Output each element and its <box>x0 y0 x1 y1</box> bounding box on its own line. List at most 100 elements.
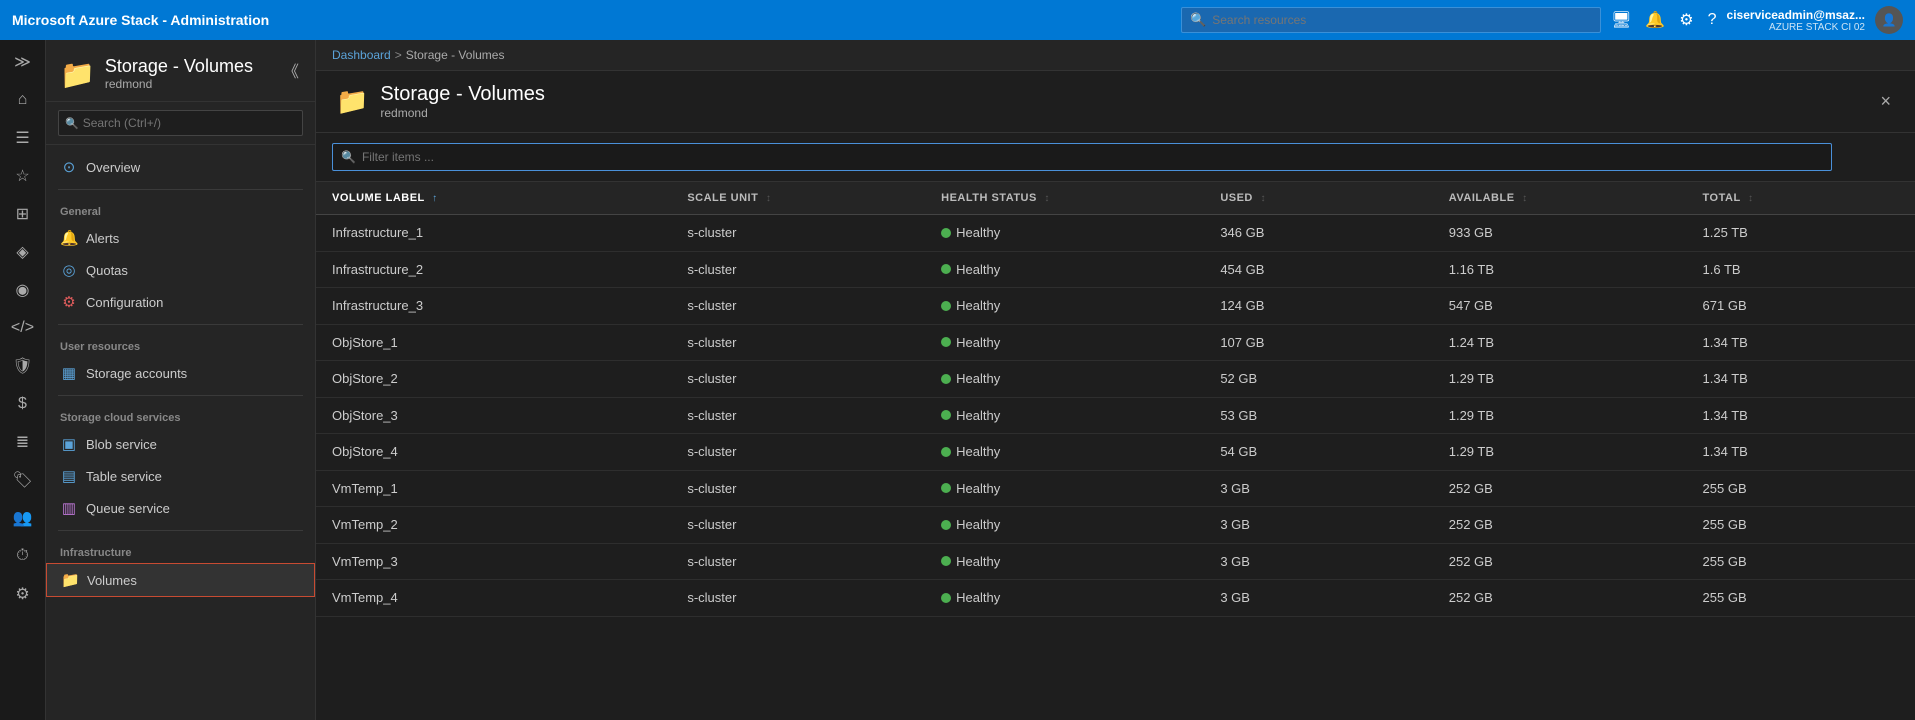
cell-volume: Infrastructure_1 <box>316 215 671 252</box>
nav-divider-3 <box>58 395 303 396</box>
table-row[interactable]: VmTemp_1 s-cluster Healthy 3 GB 252 GB 2… <box>316 470 1915 507</box>
breadcrumb-home[interactable]: Dashboard <box>332 48 391 62</box>
content-folder-icon: 📁 <box>336 86 368 117</box>
cell-used: 3 GB <box>1204 470 1432 507</box>
close-button[interactable]: × <box>1876 87 1895 116</box>
cell-available: 1.16 TB <box>1433 251 1687 288</box>
content-title-block: Storage - Volumes redmond <box>380 83 545 120</box>
cell-available: 252 GB <box>1433 543 1687 580</box>
sort-icon-available: ↕ <box>1522 193 1528 204</box>
sidebar-item-storage-accounts[interactable]: ▦ Storage accounts <box>46 357 315 389</box>
cell-volume: VmTemp_1 <box>316 470 671 507</box>
rail-home[interactable]: ⌂ <box>3 82 43 118</box>
health-dot <box>941 483 951 493</box>
table-row[interactable]: Infrastructure_2 s-cluster Healthy 454 G… <box>316 251 1915 288</box>
sidebar-item-overview[interactable]: ⊙ Overview <box>46 151 315 183</box>
search-input[interactable] <box>1212 13 1592 27</box>
cell-volume: ObjStore_2 <box>316 361 671 398</box>
cell-total: 255 GB <box>1687 470 1915 507</box>
table-row[interactable]: ObjStore_1 s-cluster Healthy 107 GB 1.24… <box>316 324 1915 361</box>
sidebar-collapse-button[interactable]: 《 <box>281 56 301 84</box>
sidebar-item-table[interactable]: ▤ Table service <box>46 460 315 492</box>
topbar: Microsoft Azure Stack - Administration 🔍… <box>0 0 1915 40</box>
col-header-used[interactable]: USED ↕ <box>1204 182 1432 215</box>
sidebar-item-alerts[interactable]: 🔔 Alerts <box>46 222 315 254</box>
rail-expand[interactable]: ≫ <box>3 44 43 80</box>
rail-clock[interactable]: ⏱ <box>3 538 43 574</box>
sidebar-nav: ⊙ Overview General 🔔 Alerts ◎ Quotas ⚙ C… <box>46 145 315 720</box>
rail-monitor[interactable]: ◉ <box>3 272 43 308</box>
sidebar: 📁 Storage - Volumes redmond 《 🔍 ⊙ Overvi… <box>46 40 316 720</box>
sidebar-search-box[interactable]: 🔍 <box>58 110 303 136</box>
rail-resources[interactable]: ◈ <box>3 234 43 270</box>
breadcrumb-separator: > <box>395 48 402 62</box>
health-dot <box>941 520 951 530</box>
rail-settings2[interactable]: ⚙ <box>3 576 43 612</box>
rail-grid[interactable]: ⊞ <box>3 196 43 232</box>
page-subtitle: redmond <box>380 106 545 120</box>
cell-total: 1.25 TB <box>1687 215 1915 252</box>
cell-used: 107 GB <box>1204 324 1432 361</box>
filter-input[interactable] <box>362 150 1823 164</box>
rail-shield[interactable]: 🛡 <box>3 348 43 384</box>
sidebar-title: Storage - Volumes <box>105 56 253 77</box>
cell-available: 252 GB <box>1433 507 1687 544</box>
col-header-total[interactable]: TOTAL ↕ <box>1687 182 1915 215</box>
sidebar-item-volumes[interactable]: 📁 Volumes <box>46 563 315 597</box>
settings-icon[interactable]: ⚙ <box>1679 10 1693 30</box>
rail-users[interactable]: 👥 <box>3 500 43 536</box>
rail-tag[interactable]: 🏷 <box>3 462 43 498</box>
cell-volume: VmTemp_4 <box>316 580 671 617</box>
table-row[interactable]: Infrastructure_1 s-cluster Healthy 346 G… <box>316 215 1915 252</box>
col-header-scale[interactable]: SCALE UNIT ↕ <box>671 182 925 215</box>
rail-code[interactable]: </> <box>3 310 43 346</box>
table-row[interactable]: ObjStore_3 s-cluster Healthy 53 GB 1.29 … <box>316 397 1915 434</box>
table-row[interactable]: VmTemp_3 s-cluster Healthy 3 GB 252 GB 2… <box>316 543 1915 580</box>
cell-used: 3 GB <box>1204 543 1432 580</box>
sidebar-item-configuration[interactable]: ⚙ Configuration <box>46 286 315 318</box>
cell-used: 52 GB <box>1204 361 1432 398</box>
table-row[interactable]: VmTemp_2 s-cluster Healthy 3 GB 252 GB 2… <box>316 507 1915 544</box>
table-row[interactable]: Infrastructure_3 s-cluster Healthy 124 G… <box>316 288 1915 325</box>
health-text: Healthy <box>956 371 1000 386</box>
sidebar-item-quotas[interactable]: ◎ Quotas <box>46 254 315 286</box>
rail-list[interactable]: ≣ <box>3 424 43 460</box>
cell-health: Healthy <box>925 324 1204 361</box>
health-text: Healthy <box>956 517 1000 532</box>
cell-scale: s-cluster <box>671 324 925 361</box>
cell-health: Healthy <box>925 470 1204 507</box>
table-row[interactable]: VmTemp_4 s-cluster Healthy 3 GB 252 GB 2… <box>316 580 1915 617</box>
cell-scale: s-cluster <box>671 507 925 544</box>
user-info: ciserviceadmin@msaz... AZURE STACK CI 02 <box>1727 8 1865 33</box>
avatar[interactable]: 👤 <box>1875 6 1903 34</box>
sidebar-item-blob[interactable]: ▣ Blob service <box>46 428 315 460</box>
nav-divider-1 <box>58 189 303 190</box>
help-icon[interactable]: ? <box>1708 11 1717 29</box>
col-header-available[interactable]: AVAILABLE ↕ <box>1433 182 1687 215</box>
rail-dashboard[interactable]: ☰ <box>3 120 43 156</box>
search-box[interactable]: 🔍 <box>1181 7 1601 33</box>
table-row[interactable]: ObjStore_2 s-cluster Healthy 52 GB 1.29 … <box>316 361 1915 398</box>
cell-scale: s-cluster <box>671 543 925 580</box>
col-header-health[interactable]: HEALTH STATUS ↕ <box>925 182 1204 215</box>
cell-used: 346 GB <box>1204 215 1432 252</box>
sidebar-item-queue[interactable]: ▥ Queue service <box>46 492 315 524</box>
table-header-row: VOLUME LABEL ↑ SCALE UNIT ↕ HEALTH STATU… <box>316 182 1915 215</box>
rail-cost[interactable]: $ <box>3 386 43 422</box>
content-header: 📁 Storage - Volumes redmond × <box>316 71 1915 133</box>
health-text: Healthy <box>956 554 1000 569</box>
cell-health: Healthy <box>925 251 1204 288</box>
rail-favorite[interactable]: ☆ <box>3 158 43 194</box>
bell-icon[interactable]: 🔔 <box>1645 10 1665 30</box>
table-row[interactable]: ObjStore_4 s-cluster Healthy 54 GB 1.29 … <box>316 434 1915 471</box>
tenant: AZURE STACK CI 02 <box>1727 22 1865 33</box>
filter-input-box[interactable]: 🔍 <box>332 143 1832 171</box>
cell-scale: s-cluster <box>671 434 925 471</box>
breadcrumb: Dashboard > Storage - Volumes <box>316 40 1915 71</box>
col-header-volume[interactable]: VOLUME LABEL ↑ <box>316 182 671 215</box>
health-dot <box>941 410 951 420</box>
col-total-label: TOTAL <box>1703 192 1741 204</box>
cell-health: Healthy <box>925 215 1204 252</box>
sidebar-search-input[interactable] <box>83 116 296 130</box>
monitor-icon[interactable]: 🖥 <box>1611 10 1631 30</box>
